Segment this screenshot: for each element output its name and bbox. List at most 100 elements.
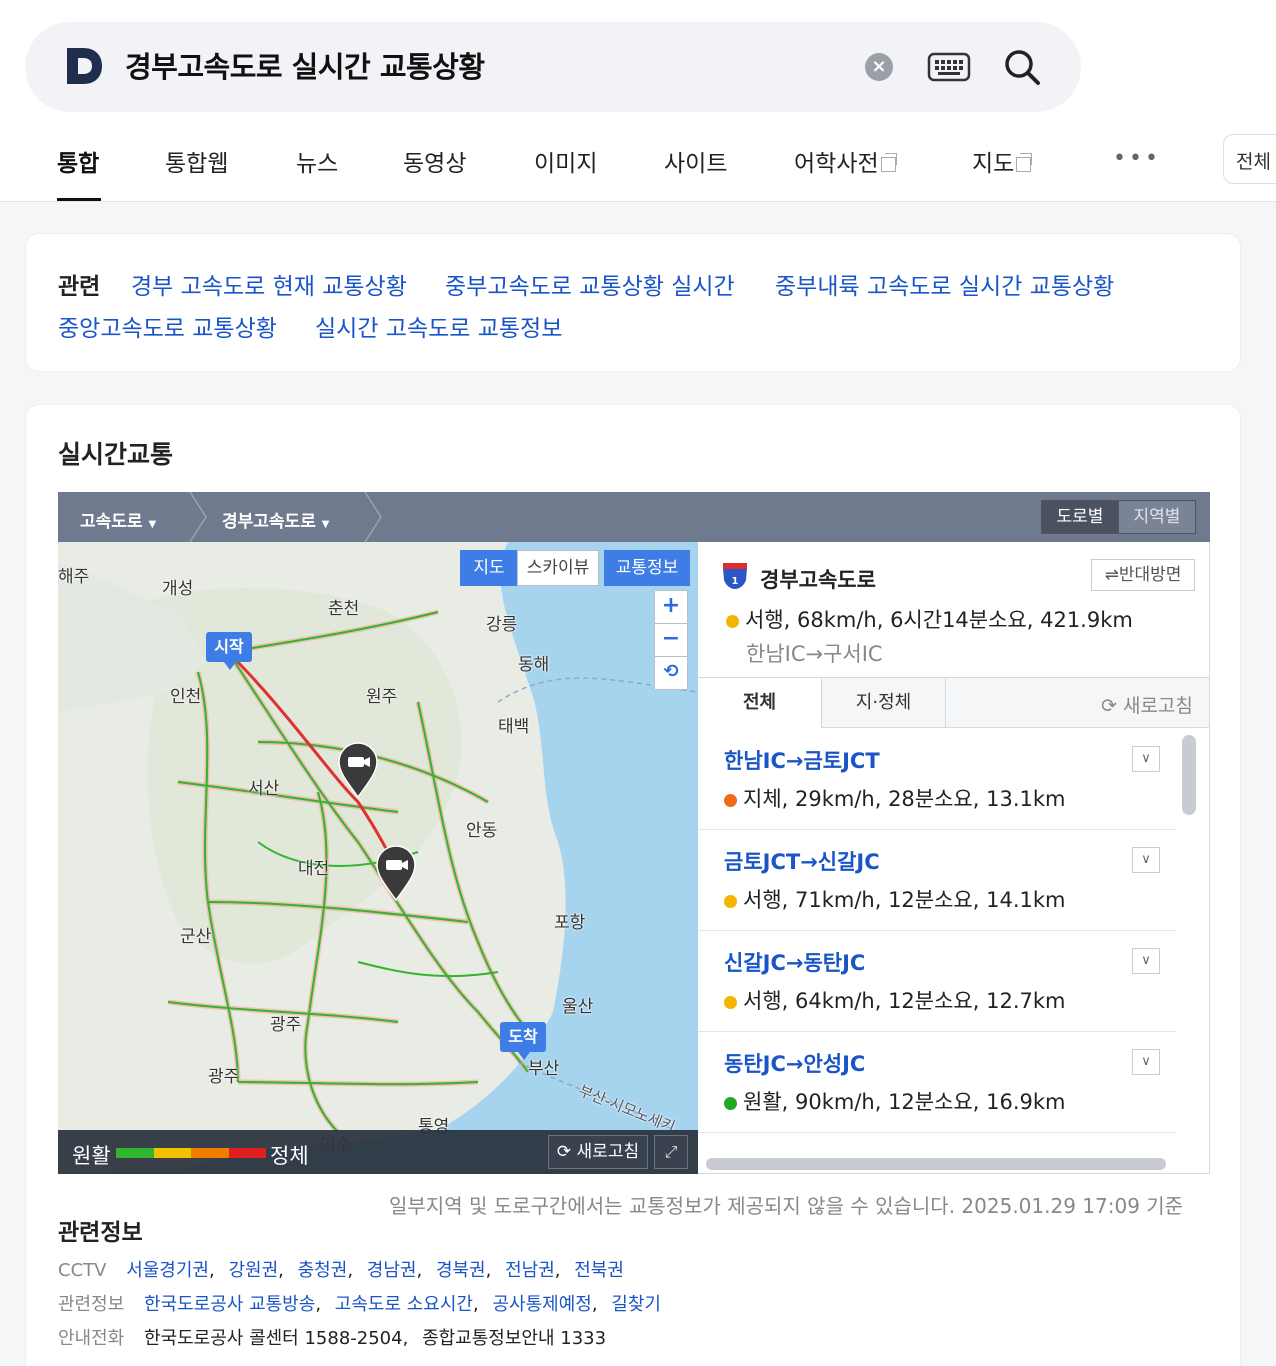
section-item[interactable]: 신갈JC→동탄JC 서행, 64km/h, 12분소요, 12.7km ∨ xyxy=(698,931,1176,1032)
related-info-link[interactable]: 고속도로 소요시간 xyxy=(335,1294,473,1315)
road-range: 한남IC→구서IC xyxy=(746,642,883,666)
map-mode-map[interactable]: 지도 xyxy=(460,550,518,586)
section-status-text: 서행, 64km/h, 12분소요, 12.7km xyxy=(743,989,1066,1013)
more-tabs-icon[interactable]: ••• xyxy=(1113,146,1161,171)
tab-congested-sections[interactable]: 지·정체 xyxy=(822,678,946,728)
tab-all-sections[interactable]: 전체 xyxy=(698,678,822,728)
section-name[interactable]: 신갈JC→동탄JC xyxy=(724,947,865,977)
fullscreen-icon[interactable]: ⤢ xyxy=(654,1135,688,1169)
related-info-link[interactable]: 공사통제예정 xyxy=(492,1294,591,1315)
search-bar[interactable]: 경부고속도로 실시간 교통상황 × xyxy=(25,22,1081,112)
map-label: 대전 xyxy=(298,859,330,879)
tab-news[interactable]: 뉴스 xyxy=(296,144,338,178)
phone-label: 안내전화 xyxy=(58,1328,125,1349)
legend-gradient xyxy=(116,1148,266,1158)
search-icon[interactable] xyxy=(1003,48,1041,86)
view-by-road-toggle[interactable]: 도로별 xyxy=(1041,500,1119,534)
map-mode-traffic[interactable]: 교통정보 xyxy=(604,550,690,586)
horizontal-scrollbar[interactable] xyxy=(706,1158,1166,1170)
clear-icon[interactable]: × xyxy=(865,53,893,81)
traffic-toolbar: 고속도로 ▼ 경부고속도로 ▼ 도로별 지역별 xyxy=(58,492,1210,542)
legend-color-jam xyxy=(228,1148,266,1158)
category-label: 고속도로 xyxy=(80,512,143,532)
traffic-widget: 고속도로 ▼ 경부고속도로 ▼ 도로별 지역별 해주 개성 춘천 강릉 동해 원… xyxy=(58,492,1210,1174)
cctv-link[interactable]: 전남권 xyxy=(505,1260,555,1281)
road-dropdown[interactable]: 경부고속도로 ▼ xyxy=(222,507,329,532)
chevron-down-icon[interactable]: ∨ xyxy=(1132,1049,1160,1075)
section-item[interactable]: 한남IC→금토JCT 지체, 29km/h, 28분소요, 13.1km ∨ xyxy=(698,729,1176,830)
status-dot xyxy=(724,1096,737,1110)
related-info-link[interactable]: 길찾기 xyxy=(611,1294,661,1315)
related-info-label: 관련정보 xyxy=(58,1294,125,1315)
phone-row: 안내전화 한국도로공사 콜센터 1588-2504, 종합교통정보안내 1333 xyxy=(58,1328,607,1349)
map-label: 개성 xyxy=(162,579,194,599)
traffic-map[interactable]: 해주 개성 춘천 강릉 동해 원주 태백 서산 인천 안동 대전 포항 군산 울… xyxy=(58,542,698,1174)
section-name[interactable]: 금토JCT→신갈JC xyxy=(724,846,880,876)
zoom-out-button[interactable]: − xyxy=(654,623,688,657)
external-link-icon xyxy=(880,153,897,172)
status-dot xyxy=(724,793,737,807)
tab-site[interactable]: 사이트 xyxy=(664,144,727,178)
tab-web[interactable]: 통합웹 xyxy=(165,144,228,178)
map-label: 울산 xyxy=(562,997,594,1017)
zoom-in-button[interactable]: + xyxy=(654,590,688,624)
cctv-camera-icon[interactable] xyxy=(375,845,417,901)
vertical-scrollbar[interactable] xyxy=(1182,735,1196,815)
panel-refresh-label: 새로고침 xyxy=(1122,695,1193,717)
cctv-camera-icon[interactable] xyxy=(337,742,379,798)
legend-smooth-label: 원활 xyxy=(72,1144,111,1168)
status-dot xyxy=(726,614,739,628)
end-marker[interactable]: 도착 xyxy=(500,1022,546,1060)
related-title: 관련 xyxy=(58,274,101,300)
cctv-link[interactable]: 강원권 xyxy=(228,1260,278,1281)
breadcrumb-separator-icon xyxy=(364,492,382,542)
panel-refresh-button[interactable]: ⟳ 새로고침 xyxy=(1101,691,1193,718)
section-name[interactable]: 한남IC→금토JCT xyxy=(724,745,880,775)
view-by-region-toggle[interactable]: 지역별 xyxy=(1118,500,1196,534)
map-refresh-button[interactable]: ⟳ 새로고침 xyxy=(548,1135,648,1169)
related-info-link[interactable]: 한국도로공사 교통방송 xyxy=(144,1294,315,1315)
external-link-icon xyxy=(1016,153,1033,172)
map-label: 서산 xyxy=(248,779,280,799)
related-link[interactable]: 실시간 고속도로 교통정보 xyxy=(315,309,562,343)
reset-view-icon[interactable]: ⟲ xyxy=(654,656,688,690)
phone-number: 종합교통정보안내 1333 xyxy=(422,1328,607,1349)
category-dropdown[interactable]: 고속도로 ▼ xyxy=(80,507,156,532)
search-tabs: 통합 통합웹 뉴스 동영상 이미지 사이트 어학사전 지도 ••• 전체 xyxy=(0,132,1276,202)
start-marker[interactable]: 시작 xyxy=(206,632,252,670)
map-label: 안동 xyxy=(466,821,498,841)
related-link[interactable]: 중부내륙 고속도로 실시간 교통상황 xyxy=(775,267,1114,301)
section-name[interactable]: 동탄JC→안성JC xyxy=(724,1048,865,1078)
opposite-direction-button[interactable]: ⇌반대방면 xyxy=(1091,559,1195,591)
tab-map[interactable]: 지도 xyxy=(972,144,1033,178)
section-item[interactable]: 동탄JC→안성JC 원활, 90km/h, 12분소요, 16.9km ∨ xyxy=(698,1032,1176,1133)
chevron-down-icon[interactable]: ∨ xyxy=(1132,948,1160,974)
daum-logo-icon[interactable] xyxy=(65,46,103,86)
map-label: 포항 xyxy=(554,913,586,933)
section-list[interactable]: 한남IC→금토JCT 지체, 29km/h, 28분소요, 13.1km ∨ 금… xyxy=(698,729,1176,1149)
cctv-link[interactable]: 충청권 xyxy=(298,1260,348,1281)
cctv-link[interactable]: 전북권 xyxy=(574,1260,624,1281)
cctv-link[interactable]: 경북권 xyxy=(436,1260,486,1281)
tab-video[interactable]: 동영상 xyxy=(403,144,466,178)
related-link[interactable]: 경부 고속도로 현재 교통상황 xyxy=(131,267,407,301)
keyboard-icon[interactable] xyxy=(927,51,971,83)
section-item[interactable]: 금토JCT→신갈JC 서행, 71km/h, 12분소요, 14.1km ∨ xyxy=(698,830,1176,931)
chevron-down-icon[interactable]: ∨ xyxy=(1132,847,1160,873)
map-label: 부산 xyxy=(528,1059,560,1079)
map-label: 원주 xyxy=(366,687,398,707)
refresh-icon: ⟳ xyxy=(1101,695,1117,717)
traffic-title: 실시간교통 xyxy=(58,440,174,469)
tab-dictionary[interactable]: 어학사전 xyxy=(794,144,897,178)
cctv-link[interactable]: 서울경기권 xyxy=(126,1260,209,1281)
chevron-down-icon[interactable]: ∨ xyxy=(1132,746,1160,772)
tab-integrated[interactable]: 통합 xyxy=(57,144,99,178)
filter-button[interactable]: 전체 xyxy=(1223,134,1276,184)
section-status: 서행, 71km/h, 12분소요, 14.1km xyxy=(724,884,1065,914)
search-input[interactable]: 경부고속도로 실시간 교통상황 xyxy=(125,44,485,86)
map-mode-skyview[interactable]: 스카이뷰 xyxy=(517,550,599,586)
related-link[interactable]: 중부고속도로 교통상황 실시간 xyxy=(445,267,735,301)
related-link[interactable]: 중앙고속도로 교통상황 xyxy=(58,309,277,343)
tab-image[interactable]: 이미지 xyxy=(534,144,597,178)
cctv-link[interactable]: 경남권 xyxy=(367,1260,417,1281)
